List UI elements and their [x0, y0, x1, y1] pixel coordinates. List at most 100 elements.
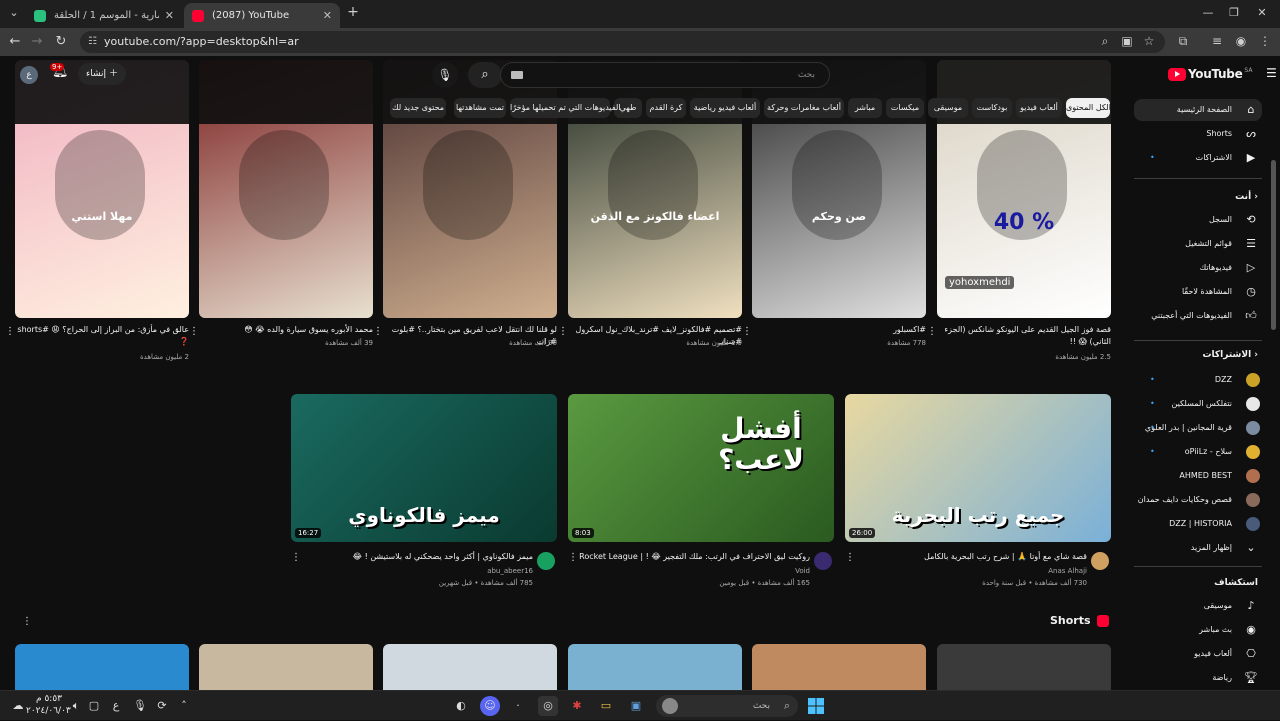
youtube-logo[interactable]: YouTube SA	[1168, 64, 1252, 84]
minimize-icon[interactable]: —	[1198, 6, 1218, 19]
chrome-icon[interactable]: ◎	[538, 696, 558, 716]
chip-11[interactable]: تمت مشاهدتها	[454, 98, 506, 118]
voice-search-icon[interactable]: 🎙︎	[432, 62, 458, 88]
media-controls-icon[interactable]: ≡	[1208, 34, 1226, 48]
cast-icon[interactable]: ▣	[1118, 34, 1136, 48]
chip-12[interactable]: محتوى جديد لك	[390, 98, 446, 118]
restore-icon[interactable]: ❐	[1224, 6, 1244, 19]
video-title[interactable]: قصة فوز الجيل القديم على اليونكو شانكس (…	[937, 324, 1111, 348]
create-button[interactable]: إنشاء ＋	[78, 63, 126, 85]
channel-avatar[interactable]	[537, 552, 555, 570]
sidebar-item[interactable]: DZZ | HISTORIA	[1134, 513, 1262, 535]
video-menu-icon[interactable]: ⋮	[291, 552, 301, 563]
reload-icon[interactable]: ↻	[52, 34, 70, 49]
extensions-icon[interactable]: ⧉	[1174, 34, 1192, 49]
video-menu-icon[interactable]: ⋮	[568, 552, 578, 563]
video-menu-icon[interactable]: ⋮	[373, 326, 383, 337]
video-title[interactable]: عالق في مأزق: من البراز إلى الحراج؟ 😩 #s…	[15, 324, 189, 348]
tab-search-icon[interactable]: ⌄	[4, 6, 24, 19]
sidebar-item[interactable]: فيديوهاتك ▷	[1134, 257, 1262, 279]
sidebar-section-you[interactable]: أنت ›	[1134, 192, 1262, 202]
address-bar[interactable]: ☷ youtube.com/?app=desktop&hl=ar	[80, 31, 1165, 53]
short-thumbnail[interactable]	[752, 644, 926, 690]
microphone-icon[interactable]: 🎙︎	[130, 696, 150, 716]
guide-menu-icon[interactable]: ☰	[1266, 66, 1277, 80]
video-menu-icon[interactable]: ⋮	[189, 326, 199, 337]
sync-icon[interactable]: ⟳	[152, 696, 172, 716]
sidebar-item[interactable]: إظهار المزيد ⌄	[1134, 537, 1262, 559]
system-clock[interactable]: ٥:٥٣ م ٢٠٢٤/٠٦/٠٣	[26, 693, 71, 717]
chip-10[interactable]: الفيديوهات التي تم تحميلها مؤخرًا	[510, 98, 621, 118]
zoom-icon[interactable]: ⌕	[1096, 34, 1114, 49]
profile-icon[interactable]: ◉	[1232, 34, 1250, 48]
short-thumbnail[interactable]	[15, 644, 189, 690]
sidebar-item[interactable]: Shorts ᔕ	[1134, 123, 1262, 145]
keyboard-icon[interactable]	[511, 71, 523, 79]
chip-0[interactable]: الكل المحتوى	[1066, 98, 1111, 118]
input-language[interactable]: ع	[106, 696, 126, 716]
video-menu-icon[interactable]: ⋮	[845, 552, 855, 563]
back-icon[interactable]: ←	[6, 34, 24, 49]
speaker-icon[interactable]: 🔈︎	[66, 696, 86, 716]
sidebar-item[interactable]: oPiiLz - سلاح •	[1134, 441, 1262, 463]
video-thumbnail[interactable]: جميع رتب البحرية 26:00	[845, 394, 1111, 542]
short-thumbnail[interactable]	[199, 644, 373, 690]
video-thumbnail[interactable]: ميمز فالكوناوي 16:27	[291, 394, 557, 542]
sidebar-item[interactable]: قرية المجانين | بدر العلوي •	[1134, 417, 1262, 439]
chip-5[interactable]: مباشر	[848, 98, 882, 118]
video-menu-icon[interactable]: ⋮	[927, 326, 937, 337]
sidebar-item[interactable]: موسيقى ♪	[1134, 595, 1262, 617]
forward-icon[interactable]: →	[28, 34, 46, 49]
sidebar-item[interactable]: نتفلكس المسلكين •	[1134, 393, 1262, 415]
windows-start-icon[interactable]	[806, 696, 826, 716]
weather-icon[interactable]: ☁	[8, 696, 28, 716]
sidebar-item[interactable]: رياضة 🏆︎	[1134, 667, 1262, 689]
video-title[interactable]: ميمز فالكوناوي | أكثر واحد يضحكني له بلا…	[301, 551, 533, 563]
video-title[interactable]: قصة شاي مع أوتا 🙏 | شرح رتب البحرية بالك…	[855, 551, 1087, 563]
scrollbar[interactable]	[1271, 160, 1276, 330]
sidebar-item[interactable]: بث مباشر ◉	[1134, 619, 1262, 641]
short-thumbnail[interactable]	[383, 644, 557, 690]
taskbar-search[interactable]: بحث ⌕	[656, 695, 798, 717]
sidebar-item[interactable]: الفيديوهات التي أعجبتني 👍︎	[1134, 305, 1262, 327]
sidebar-item[interactable]: ألعاب فيديو ⎔	[1134, 643, 1262, 665]
sidebar-item[interactable]: الاشتراكات ▶ •	[1134, 147, 1262, 169]
sidebar-item[interactable]: الصفحة الرئيسية ⌂	[1134, 99, 1262, 121]
chip-7[interactable]: ألعاب فيديو رياضية	[690, 98, 760, 118]
channel-avatar[interactable]	[1091, 552, 1109, 570]
bookmark-star-icon[interactable]: ☆	[1140, 34, 1158, 48]
search-button[interactable]: ⌕	[468, 62, 502, 88]
chip-2[interactable]: بودكاست	[972, 98, 1012, 118]
avatar[interactable]: ع	[20, 66, 38, 84]
sidebar-section-subscriptions[interactable]: الاشتراكات ›	[1134, 350, 1262, 360]
tab-shahid[interactable]: شاهد الضارية - الموسم 1 / الحلقة ✕	[26, 3, 182, 28]
short-thumbnail[interactable]	[937, 644, 1111, 690]
close-window-icon[interactable]: ✕	[1252, 6, 1272, 19]
video-menu-icon[interactable]: ⋮	[5, 326, 15, 337]
sidebar-item[interactable]: المشاهدة لاحقًا ◷	[1134, 281, 1262, 303]
tab-youtube[interactable]: (2087) YouTube ✕	[184, 3, 340, 28]
channel-name[interactable]: Anas Alhaji	[855, 566, 1087, 577]
file-explorer-icon[interactable]: ▭	[596, 696, 616, 716]
channel-name[interactable]: abu_abeer16	[301, 566, 533, 577]
close-tab-icon[interactable]: ✕	[165, 9, 174, 22]
video-thumbnail[interactable]: أفشل لاعب؟ 8:03	[568, 394, 834, 542]
sidebar-item[interactable]: DZZ •	[1134, 369, 1262, 391]
discord-icon[interactable]: ☺	[480, 696, 500, 716]
channel-avatar[interactable]	[814, 552, 832, 570]
sidebar-item[interactable]: السجل ⟲	[1134, 209, 1262, 231]
video-title[interactable]: روكيت ليق الاحتراف في الرتب: ملك التفجير…	[578, 551, 810, 563]
app-icon-1[interactable]: ◐	[451, 696, 471, 716]
sidebar-item[interactable]: قصص وحكايات دايف حمدان	[1134, 489, 1262, 511]
shorts-shelf-menu-icon[interactable]: ⋮	[22, 616, 32, 627]
new-tab-button[interactable]: +	[343, 4, 363, 20]
sidebar-item[interactable]: قوائم التشغيل ☰	[1134, 233, 1262, 255]
chip-6[interactable]: ألعاب مغامرات وحركة	[764, 98, 844, 118]
chrome-menu-icon[interactable]: ⋮	[1256, 34, 1274, 48]
chip-4[interactable]: ميكسات	[886, 98, 924, 118]
sidebar-item[interactable]: AHMED BEST	[1134, 465, 1262, 487]
network-icon[interactable]: ▢	[84, 696, 104, 716]
video-menu-icon[interactable]: ⋮	[742, 326, 752, 337]
chip-8[interactable]: كرة القدم	[646, 98, 686, 118]
tray-overflow-icon[interactable]: ˄	[174, 696, 194, 716]
